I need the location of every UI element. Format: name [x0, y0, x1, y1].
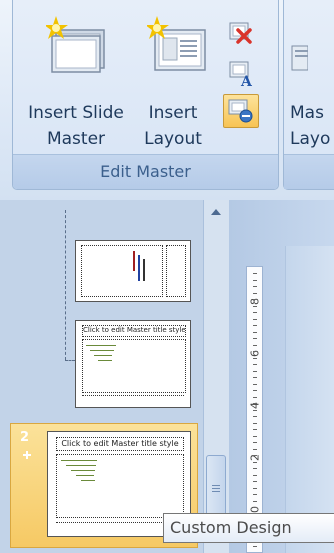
bullet-line: [90, 350, 114, 351]
ruler-tick: [253, 279, 257, 281]
ruler-tick: [253, 292, 257, 294]
ruler-tick: [253, 299, 257, 300]
pin-icon: [23, 451, 31, 459]
ruler-tick: [253, 442, 257, 443]
preserve-master-button[interactable]: [223, 94, 259, 128]
ruler-tick: [253, 474, 257, 476]
edit-master-group-label-bar: Edit Master: [13, 154, 278, 189]
ruler-tick: [253, 383, 257, 385]
ruler-tick: [253, 331, 257, 333]
text-mark: [143, 259, 145, 281]
ruler-tick: [253, 546, 257, 547]
content-placeholder: [81, 245, 163, 297]
grip-line: [212, 491, 220, 492]
ruler-tick: [253, 370, 257, 372]
delete-slide-icon: [229, 22, 252, 44]
ruler-tick: [253, 448, 257, 450]
ruler-tick: [253, 318, 257, 320]
ruler-tick: [253, 357, 257, 359]
ruler-tick: [253, 429, 257, 430]
ruler-tick: [253, 273, 257, 274]
delete-button[interactable]: [226, 18, 256, 48]
ruler-tick: [253, 487, 257, 489]
bullet-line: [76, 475, 94, 476]
rename-button[interactable]: A: [226, 58, 256, 90]
master-content-placeholder: [56, 454, 184, 518]
insert-layout-label: Insert Layout: [137, 100, 209, 152]
insert-layout-label-line1: Insert: [148, 103, 198, 123]
layout-title-placeholder: Click to edit Master title style: [82, 325, 186, 337]
edit-master-group: Insert Slide Master Insert Layout A Edit…: [12, 0, 279, 190]
bullet-line: [98, 360, 112, 361]
ruler-tick: [253, 390, 257, 391]
slide-number: 2: [20, 430, 30, 445]
ruler-tick: [253, 364, 257, 365]
ruler-tick: [253, 435, 257, 437]
ruler-tick: [253, 455, 257, 456]
bullet-line: [71, 470, 95, 471]
ruler-tick: [253, 396, 257, 398]
vertical-title-placeholder: [166, 245, 186, 297]
layout-thumbnail-vertical-title[interactable]: [75, 240, 191, 302]
master-layout-button[interactable]: Mas Layo: [290, 100, 334, 152]
bullet-line: [81, 480, 95, 481]
insert-slide-master-label-line1: Insert Slide: [28, 103, 124, 123]
master-layout-label-line1: Mas: [290, 103, 324, 123]
insert-layout-icon: [147, 16, 206, 71]
ruler-tick: [253, 312, 257, 313]
tooltip: Custom Design: [163, 513, 334, 543]
bullet-line: [86, 345, 116, 346]
insert-slide-master-button[interactable]: Insert Slide Master: [21, 10, 131, 155]
layout-thumbnail-title-and-content[interactable]: Click to edit Master title style: [75, 320, 191, 408]
ruler-tick: [253, 338, 257, 339]
ruler-tick: [253, 422, 257, 424]
insert-layout-button[interactable]: Insert Layout: [137, 10, 217, 155]
layout-content-placeholder: [82, 339, 186, 393]
text-mark: [138, 255, 140, 281]
svg-text:A: A: [240, 74, 253, 88]
ruler-tick: [253, 481, 257, 482]
ruler-tick: [253, 325, 257, 326]
rename-slide-icon: A: [229, 61, 253, 90]
layout-tree-connector: [65, 210, 67, 360]
thumbnail-scrollbar[interactable]: [203, 200, 229, 553]
insert-layout-label-line2: Layout: [144, 129, 202, 149]
slide-canvas-edge[interactable]: [285, 246, 334, 553]
ruler-tick: [253, 494, 257, 495]
vertical-ruler: 8 6 4 2 0: [246, 266, 263, 553]
ruler-tick: [253, 409, 257, 411]
ruler-tick: [253, 403, 257, 404]
ruler-tick: [253, 344, 257, 346]
grip-line: [212, 485, 220, 486]
insert-slide-master-label: Insert Slide Master: [21, 100, 131, 152]
insert-slide-master-label-line2: Master: [46, 129, 106, 149]
ruler-tick: [253, 461, 257, 463]
insert-slide-master-icon: [46, 16, 105, 73]
bullet-line: [66, 465, 96, 466]
edit-master-group-label: Edit Master: [100, 162, 191, 181]
master-layout-label-line2: Layo: [290, 129, 331, 149]
master-title-placeholder: Click to edit Master title style: [56, 437, 184, 451]
ruler-tick: [253, 351, 257, 352]
ruler-tick: [253, 377, 257, 378]
ruler-tick: [253, 286, 257, 287]
ruler-tick: [253, 468, 257, 469]
master-layout-group-label-bar: [284, 154, 334, 189]
master-layout-icon: [291, 45, 308, 71]
ruler-tick: [253, 507, 257, 508]
footer-placeholders: [82, 395, 184, 402]
layout-tree-branch: [65, 360, 75, 362]
text-mark: [133, 251, 135, 271]
ruler-tick: [253, 305, 257, 307]
master-layout-group: Mas Layo: [283, 0, 334, 190]
grip-line: [212, 488, 220, 489]
bullet-line: [61, 460, 97, 461]
ruler-tick: [253, 500, 257, 502]
preserve-master-icon: [228, 99, 253, 123]
bullet-line: [94, 355, 112, 356]
ruler-tick: [253, 416, 257, 417]
scroll-up-arrow-icon[interactable]: [210, 208, 222, 216]
